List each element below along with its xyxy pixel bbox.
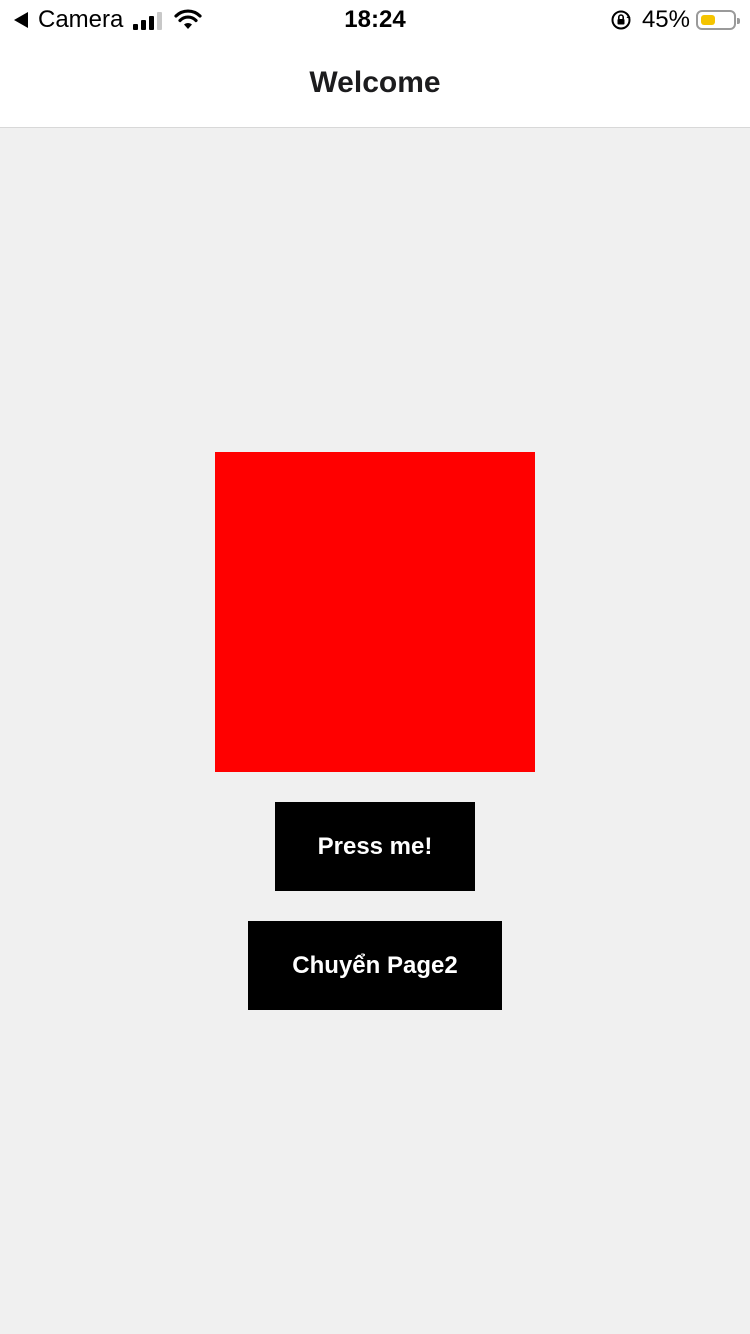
battery-tip	[737, 18, 740, 24]
page-title: Welcome	[309, 66, 441, 99]
main-content: Press me! Chuyển Page2	[0, 128, 750, 1334]
navigation-bar: Welcome	[0, 40, 750, 128]
battery-icon	[696, 10, 740, 30]
status-bar: Camera 18:24 45%	[0, 0, 750, 40]
press-me-button[interactable]: Press me!	[275, 802, 475, 891]
orientation-lock-icon	[611, 10, 631, 30]
red-square	[215, 452, 535, 772]
status-right: 45%	[610, 6, 740, 34]
battery-fill	[701, 15, 715, 25]
battery-percent: 45%	[641, 6, 690, 33]
go-to-page2-button[interactable]: Chuyển Page2	[248, 921, 502, 1010]
